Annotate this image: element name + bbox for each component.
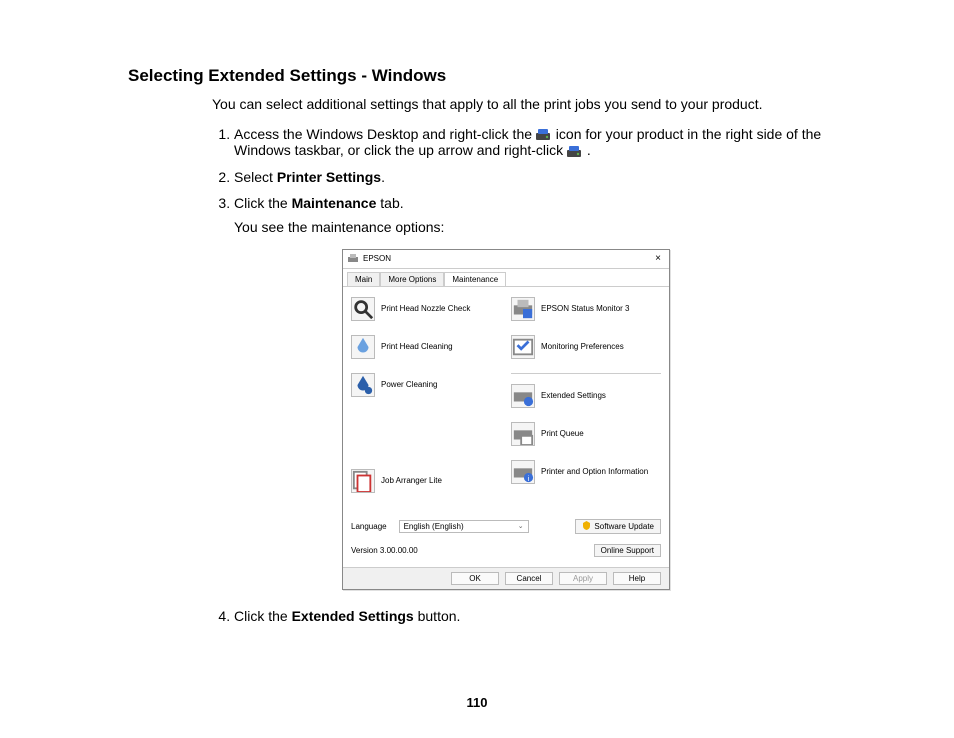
monitoring-pref-icon [511, 335, 535, 359]
help-button[interactable]: Help [613, 572, 661, 585]
dialog-tabs: Main More Options Maintenance [347, 272, 669, 286]
extended-settings-icon [511, 384, 535, 408]
head-cleaning-button[interactable]: Print Head Cleaning [351, 335, 501, 359]
monitoring-pref-button[interactable]: Monitoring Preferences [511, 335, 661, 359]
language-label: Language [351, 522, 387, 531]
dialog-title: EPSON [363, 254, 651, 263]
nozzle-check-button[interactable]: Print Head Nozzle Check [351, 297, 501, 321]
extended-settings-button[interactable]: Extended Settings [511, 384, 661, 408]
dialog-buttons: OK Cancel Apply Help [343, 567, 669, 589]
page-number: 110 [0, 695, 954, 710]
power-cleaning-button[interactable]: Power Cleaning [351, 373, 501, 397]
status-monitor-icon [511, 297, 535, 321]
step-3-bold: Maintenance [292, 195, 377, 211]
status-monitor-button[interactable]: EPSON Status Monitor 3 [511, 297, 661, 321]
step-2-bold: Printer Settings [277, 169, 381, 185]
power-cleaning-icon [351, 373, 375, 397]
step-2-text-a: Select [234, 169, 277, 185]
step-1-text-c: . [587, 142, 591, 158]
product-taskbar-icon [536, 128, 552, 142]
product-taskbar-icon-2 [567, 145, 583, 159]
version-text: Version 3.00.00.00 [351, 546, 418, 555]
cancel-button[interactable]: Cancel [505, 572, 553, 585]
head-cleaning-label: Print Head Cleaning [381, 342, 453, 351]
dialog-titlebar: EPSON × [343, 250, 669, 269]
print-queue-button[interactable]: Print Queue [511, 422, 661, 446]
step-2-text-c: . [381, 169, 385, 185]
printer-info-button[interactable]: i Printer and Option Information [511, 460, 661, 484]
status-monitor-label: EPSON Status Monitor 3 [541, 304, 629, 313]
step-4-bold: Extended Settings [292, 608, 414, 624]
language-value: English (English) [404, 522, 464, 531]
head-cleaning-icon [351, 335, 375, 359]
job-arranger-button[interactable]: Job Arranger Lite [351, 469, 501, 493]
step-3-sub: You see the maintenance options: [234, 219, 826, 235]
maintenance-dialog: EPSON × Main More Options Maintenance Pr… [342, 249, 670, 590]
online-support-button[interactable]: Online Support [594, 544, 661, 557]
monitoring-pref-label: Monitoring Preferences [541, 342, 624, 351]
print-queue-label: Print Queue [541, 429, 584, 438]
job-arranger-icon [351, 469, 375, 493]
step-3-text-a: Click the [234, 195, 292, 211]
step-4-text-c: button. [414, 608, 461, 624]
step-4: Click the Extended Settings button. [234, 608, 826, 624]
step-1: Access the Windows Desktop and right-cli… [234, 126, 826, 159]
tab-more-options[interactable]: More Options [380, 272, 444, 286]
intro-text: You can select additional settings that … [212, 96, 826, 112]
steps-list: Access the Windows Desktop and right-cli… [212, 126, 826, 624]
extended-settings-label: Extended Settings [541, 391, 606, 400]
nozzle-check-icon [351, 297, 375, 321]
close-icon[interactable]: × [651, 252, 665, 266]
language-select[interactable]: English (English) ⌄ [399, 520, 529, 533]
job-arranger-label: Job Arranger Lite [381, 476, 442, 485]
printer-icon [347, 253, 359, 265]
step-2: Select Printer Settings. [234, 169, 826, 185]
power-cleaning-label: Power Cleaning [381, 380, 437, 389]
step-3-text-c: tab. [376, 195, 403, 211]
nozzle-check-label: Print Head Nozzle Check [381, 304, 470, 313]
print-queue-icon [511, 422, 535, 446]
software-update-button[interactable]: Software Update [575, 519, 661, 534]
tab-main[interactable]: Main [347, 272, 380, 286]
ok-button[interactable]: OK [451, 572, 499, 585]
tab-maintenance[interactable]: Maintenance [444, 272, 506, 286]
software-update-label: Software Update [594, 522, 654, 531]
printer-info-label: Printer and Option Information [541, 467, 648, 476]
chevron-down-icon: ⌄ [518, 522, 524, 530]
page-title: Selecting Extended Settings - Windows [128, 66, 826, 86]
printer-info-icon: i [511, 460, 535, 484]
apply-button[interactable]: Apply [559, 572, 607, 585]
step-3: Click the Maintenance tab. You see the m… [234, 195, 826, 590]
step-1-text-a: Access the Windows Desktop and right-cli… [234, 126, 536, 142]
step-4-text-a: Click the [234, 608, 292, 624]
shield-icon [582, 521, 591, 532]
